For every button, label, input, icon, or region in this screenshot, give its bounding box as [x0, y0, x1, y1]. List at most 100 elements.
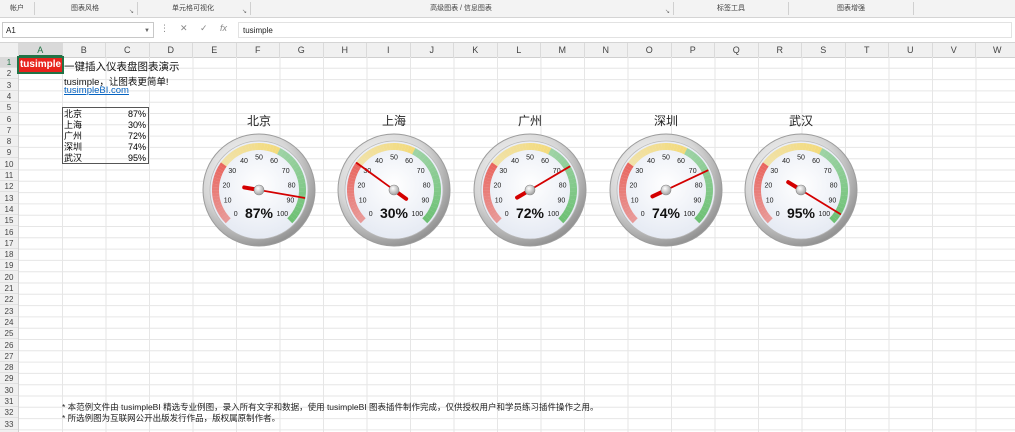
- ribbon-group-account[interactable]: 帐户: [0, 0, 34, 17]
- column-header[interactable]: T: [846, 43, 889, 57]
- row-header[interactable]: 18: [0, 249, 18, 261]
- row-header[interactable]: 12: [0, 181, 18, 193]
- city-cell[interactable]: 广州: [64, 131, 82, 142]
- gauge-value-label: 30%: [380, 205, 409, 221]
- row-header[interactable]: 24: [0, 317, 18, 328]
- column-header[interactable]: U: [889, 43, 933, 57]
- row-header[interactable]: 26: [0, 340, 18, 351]
- value-cell[interactable]: 95%: [128, 153, 146, 164]
- column-header[interactable]: H: [324, 43, 367, 57]
- dialog-launcher-icon[interactable]: ↘: [129, 8, 134, 15]
- city-cell[interactable]: 武汉: [64, 153, 82, 164]
- ribbon-group-label-tools[interactable]: 标签工具: [674, 0, 788, 17]
- row-header[interactable]: 1: [0, 57, 18, 68]
- row-header[interactable]: 31: [0, 396, 18, 407]
- row-header[interactable]: 28: [0, 362, 18, 374]
- row-header[interactable]: 23: [0, 306, 18, 317]
- column-header[interactable]: S: [802, 43, 846, 57]
- value-cell[interactable]: 74%: [128, 142, 146, 153]
- row-header[interactable]: 22: [0, 294, 18, 306]
- row-header[interactable]: 4: [0, 91, 18, 102]
- column-header[interactable]: P: [672, 43, 715, 57]
- row-header[interactable]: 7: [0, 125, 18, 136]
- name-box[interactable]: A1 ▼: [2, 22, 154, 38]
- row-header[interactable]: 19: [0, 260, 18, 272]
- gauge-4[interactable]: 武汉 0 10 20 30 40 50 60 70 80 90 100 95%: [743, 112, 863, 254]
- gauge-value-label: 72%: [516, 205, 545, 221]
- select-all-corner[interactable]: [0, 43, 19, 57]
- ribbon-group-chart-style[interactable]: 图表风格: [35, 0, 135, 17]
- gauge-hub: [795, 184, 807, 196]
- enter-icon[interactable]: ✓: [200, 23, 208, 34]
- row-header[interactable]: 25: [0, 328, 18, 340]
- row-header[interactable]: 13: [0, 193, 18, 204]
- row-header[interactable]: 16: [0, 227, 18, 238]
- gauge-tick-label: 40: [375, 158, 383, 165]
- column-header[interactable]: G: [280, 43, 324, 57]
- row-header[interactable]: 14: [0, 204, 18, 215]
- value-cell[interactable]: 30%: [128, 120, 146, 131]
- gauge-tick-label: 50: [390, 155, 398, 162]
- row-header[interactable]: 32: [0, 407, 18, 419]
- gauge-tick-label: 60: [677, 158, 685, 165]
- column-header[interactable]: N: [585, 43, 628, 57]
- gauge-1[interactable]: 上海010203040506070809010030%: [336, 112, 456, 254]
- row-header[interactable]: 33: [0, 419, 18, 430]
- dialog-launcher-icon[interactable]: ↘: [242, 8, 247, 15]
- column-header[interactable]: I: [367, 43, 411, 57]
- column-header[interactable]: V: [933, 43, 976, 57]
- value-cell[interactable]: 87%: [128, 109, 146, 120]
- ribbon-group-advanced-charts[interactable]: 高级图表 / 信息图表: [251, 0, 671, 17]
- row-header[interactable]: 6: [0, 114, 18, 125]
- row-header[interactable]: 30: [0, 385, 18, 396]
- column-header[interactable]: K: [454, 43, 498, 57]
- gauge-2[interactable]: 广州 0 10 20 30 40 50 60 70 80 90 100 72%: [472, 112, 592, 254]
- row-header[interactable]: 20: [0, 272, 18, 283]
- value-cell[interactable]: 72%: [128, 131, 146, 142]
- column-header[interactable]: J: [411, 43, 454, 57]
- column-header[interactable]: R: [759, 43, 802, 57]
- row-header[interactable]: 11: [0, 170, 18, 181]
- row-header[interactable]: 27: [0, 351, 18, 362]
- column-header[interactable]: B: [63, 43, 106, 57]
- gauge-tick-label: 30: [228, 168, 236, 175]
- row-header[interactable]: 3: [0, 80, 18, 91]
- cell-a1[interactable]: tusimple: [17, 56, 64, 74]
- dialog-launcher-icon[interactable]: ↘: [665, 8, 670, 15]
- gauge-0[interactable]: 北京 0 10 20 30 40 50 60 70 80 90 100 87%: [201, 112, 321, 254]
- ribbon-group-cell-visualization[interactable]: 单元格可视化: [138, 0, 248, 17]
- row-header[interactable]: 15: [0, 215, 18, 227]
- formula-input[interactable]: tusimple: [238, 22, 1012, 38]
- ribbon-group-chart-enhance[interactable]: 图表增强: [789, 0, 913, 17]
- table-row: 武汉 95%: [63, 153, 148, 164]
- column-header[interactable]: L: [498, 43, 541, 57]
- cancel-icon[interactable]: ✕: [180, 23, 188, 34]
- row-header[interactable]: 8: [0, 136, 18, 148]
- gauge-hub: [524, 184, 536, 196]
- gauge-3[interactable]: 深圳 0 10 20 30 40 50 60 70 80 90 100 74%: [608, 112, 728, 254]
- city-cell[interactable]: 北京: [64, 109, 82, 120]
- row-header[interactable]: 5: [0, 102, 18, 114]
- city-cell[interactable]: 上海: [64, 120, 82, 131]
- chevron-down-icon[interactable]: ▼: [144, 23, 150, 39]
- column-header[interactable]: A: [19, 43, 63, 57]
- gauge-zone-segment: [257, 143, 262, 151]
- row-header[interactable]: 2: [0, 68, 18, 80]
- city-cell[interactable]: 深圳: [64, 142, 82, 153]
- column-header[interactable]: D: [150, 43, 193, 57]
- function-icon[interactable]: fx: [220, 23, 227, 33]
- column-header[interactable]: F: [237, 43, 280, 57]
- column-header[interactable]: M: [541, 43, 585, 57]
- row-header[interactable]: 29: [0, 373, 18, 385]
- row-header[interactable]: 9: [0, 147, 18, 159]
- row-header[interactable]: 10: [0, 159, 18, 170]
- column-header[interactable]: O: [628, 43, 672, 57]
- column-header[interactable]: E: [193, 43, 237, 57]
- column-header[interactable]: W: [976, 43, 1015, 57]
- row-header[interactable]: 17: [0, 238, 18, 249]
- column-header[interactable]: C: [106, 43, 150, 57]
- column-header[interactable]: Q: [715, 43, 759, 57]
- gauge-tick-label: 50: [797, 155, 805, 162]
- website-link[interactable]: tusimpleBI.com: [64, 85, 129, 96]
- row-header[interactable]: 21: [0, 283, 18, 294]
